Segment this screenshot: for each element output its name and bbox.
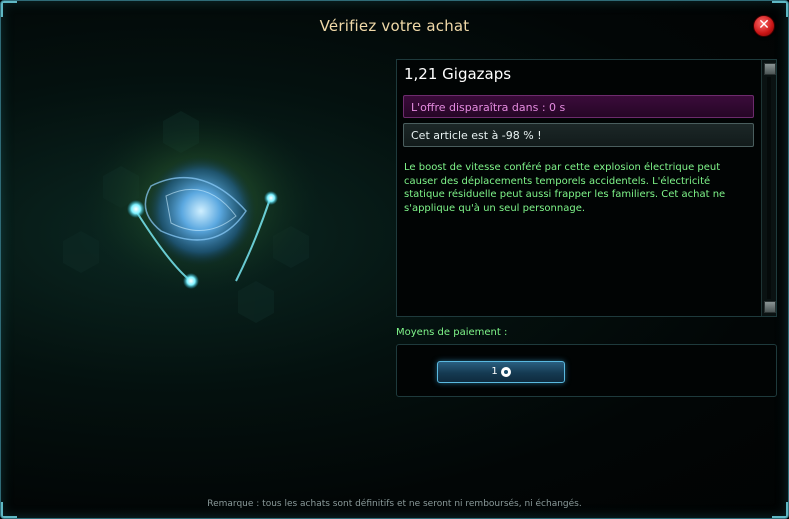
pay-button[interactable]: 1 — [437, 361, 565, 383]
payment-panel: 1 — [396, 344, 777, 397]
scroll-down-button[interactable] — [764, 301, 776, 313]
scroll-up-button[interactable] — [764, 63, 776, 75]
description-scrollbar[interactable] — [761, 60, 776, 316]
zen-coin-icon — [500, 367, 511, 377]
item-info-panel: 1,21 Gigazaps L'offre disparaîtra dans :… — [396, 59, 777, 317]
price-value: 1 — [491, 366, 498, 377]
close-button[interactable]: ✕ — [753, 15, 775, 37]
footer-note: Remarque : tous les achats sont définiti… — [207, 499, 582, 509]
frame-corner — [772, 1, 788, 17]
frame-corner — [1, 1, 17, 17]
discount-banner: Cet article est à -98 % ! — [403, 123, 754, 147]
offer-timer: L'offre disparaîtra dans : 0 s — [403, 95, 754, 118]
product-name: 1,21 Gigazaps — [404, 65, 512, 83]
dialog-title: Vérifiez votre achat — [319, 17, 470, 35]
purchase-dialog: Vérifiez votre achat ✕ 1,21 Gigazaps L'o… — [0, 0, 789, 519]
item-artwork — [63, 106, 321, 323]
scroll-track[interactable] — [767, 77, 771, 299]
payment-methods-label: Moyens de paiement : — [396, 327, 508, 338]
item-description: Le boost de vitesse conféré par cette ex… — [404, 162, 726, 214]
